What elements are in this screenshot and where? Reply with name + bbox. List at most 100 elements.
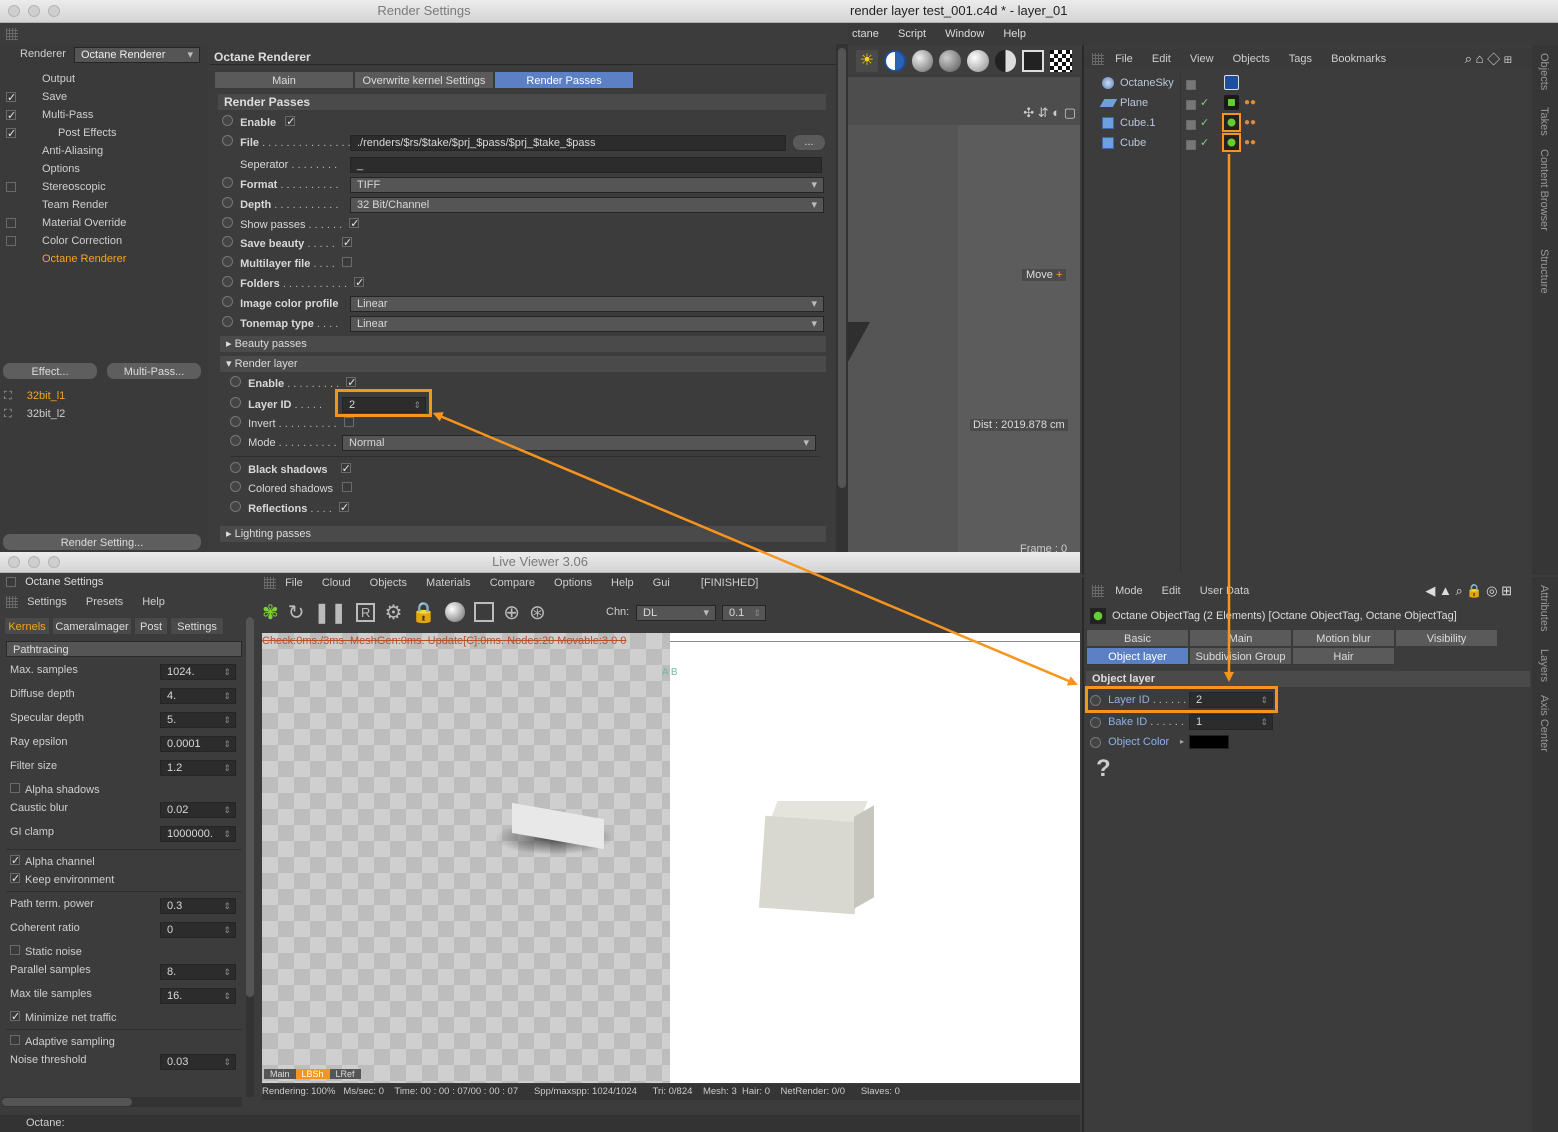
keyframe-radio[interactable] xyxy=(222,276,233,287)
alpha-shadows-checkbox[interactable] xyxy=(10,783,20,793)
keyframe-radio[interactable] xyxy=(222,256,233,267)
material-ball-icon[interactable] xyxy=(445,602,466,622)
lock-icon[interactable]: 🔒 xyxy=(411,600,436,625)
tree-item[interactable]: Multi-Pass xyxy=(0,106,206,125)
tab-axis-center[interactable]: Axis Center xyxy=(1538,695,1550,752)
menu-gui[interactable]: Gui xyxy=(653,577,670,589)
kernel-param-input[interactable]: 1024. xyxy=(160,664,236,680)
parallel-samples-input[interactable]: 8. xyxy=(160,964,236,980)
lighting-passes-group[interactable]: ▸ Lighting passes xyxy=(220,526,826,542)
tab-camera-imager[interactable]: CameraImager xyxy=(52,617,132,635)
adaptive-checkbox[interactable] xyxy=(10,1035,20,1045)
menu-options[interactable]: Options xyxy=(554,577,592,589)
object-row[interactable]: OctaneSky xyxy=(1084,73,1534,93)
material-pin-icon[interactable]: ⊛ xyxy=(529,600,546,625)
path-term-input[interactable]: 0.3 xyxy=(160,898,236,914)
menu-help[interactable]: Help xyxy=(611,577,634,589)
object-row[interactable]: Plane ✓ ●● xyxy=(1084,93,1534,113)
object-name[interactable]: OctaneSky xyxy=(1120,73,1174,93)
keyframe-radio[interactable] xyxy=(230,376,241,387)
kernel-param-input[interactable]: 5. xyxy=(160,712,236,728)
object-name[interactable]: Cube xyxy=(1120,133,1146,153)
save-beauty-checkbox[interactable] xyxy=(341,234,352,252)
octane-tag-icon[interactable] xyxy=(1222,133,1241,152)
pause-icon[interactable]: ❚❚ xyxy=(314,600,348,625)
sun-icon[interactable]: ☀ xyxy=(856,50,878,72)
objects-menu-objects[interactable]: Objects xyxy=(1233,53,1270,65)
tree-item[interactable]: Material Override xyxy=(0,214,206,232)
object-row[interactable]: Cube.1 ✓ ●● xyxy=(1084,113,1534,133)
tab-kernels[interactable]: Kernels xyxy=(4,617,50,635)
render-canvas[interactable]: Check:0ms./3ms. MeshGen:0ms. Update[C]:0… xyxy=(262,633,1080,1083)
kernel-dropdown[interactable]: Pathtracing xyxy=(6,641,242,657)
menu-help[interactable]: Help xyxy=(1003,28,1026,40)
tree-item[interactable]: Anti-Aliasing xyxy=(0,142,206,160)
tab-overwrite-kernel[interactable]: Overwrite kernel Settings xyxy=(354,71,494,89)
octane-tag-icon[interactable] xyxy=(1222,113,1241,132)
frame-icon[interactable] xyxy=(474,602,495,622)
rl-enable-checkbox[interactable] xyxy=(346,374,356,392)
tree-item-checkbox[interactable] xyxy=(6,89,16,107)
keyframe-radio[interactable] xyxy=(1090,716,1101,728)
reflections-checkbox[interactable] xyxy=(338,499,349,517)
tab-lref[interactable]: LRef xyxy=(329,1069,361,1079)
sphere-icon[interactable] xyxy=(911,50,934,72)
octane-logo-icon[interactable]: ✾ xyxy=(262,600,279,625)
kernel-param-input[interactable]: 0.0001 xyxy=(160,736,236,752)
tree-item[interactable]: Save xyxy=(0,88,206,107)
attr-tab-subdivision[interactable]: Subdivision Group xyxy=(1189,647,1292,665)
tree-item-checkbox[interactable] xyxy=(6,107,16,125)
object-name[interactable]: Plane xyxy=(1120,93,1148,113)
effect-button[interactable]: Effect... xyxy=(2,362,98,380)
restart-icon[interactable]: ↻ xyxy=(288,600,305,625)
viewport[interactable]: ✣ ⇵ ◐ ▢ Move + Dist : 2019.878 cm Frame … xyxy=(848,77,1080,555)
keyframe-radio[interactable] xyxy=(230,501,241,512)
attributes-menu-edit[interactable]: Edit xyxy=(1162,585,1181,597)
settings-gear-icon[interactable]: ⚙ xyxy=(384,600,402,625)
tab-objects[interactable]: Objects xyxy=(1538,53,1550,90)
attr-layer-id-input[interactable]: 2 xyxy=(1189,692,1273,708)
channel-value-input[interactable]: 0.1 xyxy=(722,605,766,621)
octane-tag-icon[interactable] xyxy=(1224,95,1239,110)
object-color-swatch[interactable] xyxy=(1189,735,1229,749)
minimize-net-checkbox[interactable] xyxy=(10,1008,20,1026)
tab-lbsh[interactable]: LBSh xyxy=(295,1069,330,1079)
gi-clamp-input[interactable]: 1000000. xyxy=(160,826,236,842)
tree-item[interactable]: Octane Renderer xyxy=(0,250,206,268)
multilayer-checkbox[interactable] xyxy=(341,257,352,267)
tonemap-dropdown[interactable]: Linear xyxy=(350,316,824,332)
tree-item[interactable]: Team Render xyxy=(0,196,206,214)
kernel-param-input[interactable]: 4. xyxy=(160,688,236,704)
take-item[interactable]: ⛶ 32bit_l1 xyxy=(4,387,204,405)
attributes-menu-userdata[interactable]: User Data xyxy=(1200,585,1250,597)
color-expand-icon[interactable]: ▸ xyxy=(1180,733,1184,751)
octane-tag-icon[interactable] xyxy=(1224,75,1239,90)
window-controls[interactable] xyxy=(8,5,60,17)
tab-post[interactable]: Post xyxy=(134,617,168,635)
objects-menu-tags[interactable]: Tags xyxy=(1289,53,1312,65)
tree-item-checkbox[interactable] xyxy=(6,236,16,246)
menu-materials[interactable]: Materials xyxy=(426,577,471,589)
settings-vscroll[interactable] xyxy=(246,617,254,1097)
viewport-nav-icons[interactable]: ✣ ⇵ ◐ ▢ xyxy=(1023,105,1076,121)
tree-item-checkbox[interactable] xyxy=(6,125,16,143)
tab-content-browser[interactable]: Content Browser xyxy=(1538,149,1550,231)
attr-tab-object-layer[interactable]: Object layer xyxy=(1086,647,1189,665)
tree-item[interactable]: Color Correction xyxy=(0,232,206,250)
object-visibility[interactable] xyxy=(1186,100,1196,110)
keep-environment-checkbox[interactable] xyxy=(10,870,20,888)
panel-toggle-icon[interactable] xyxy=(6,577,16,588)
sphere-icon-2[interactable] xyxy=(939,50,961,72)
attr-tab-visibility[interactable]: Visibility xyxy=(1395,629,1498,647)
objects-menu-bookmarks[interactable]: Bookmarks xyxy=(1331,53,1386,65)
image-color-profile-dropdown[interactable]: Linear xyxy=(350,296,824,312)
tree-item[interactable]: Post Effects xyxy=(0,124,206,143)
keyframe-radio[interactable] xyxy=(222,135,233,146)
menu-octane[interactable]: ctane xyxy=(852,28,879,40)
menu-compare[interactable]: Compare xyxy=(490,577,535,589)
rl-layer-id-input[interactable]: 2 xyxy=(342,397,426,413)
keyframe-radio[interactable] xyxy=(222,236,233,247)
keyframe-radio[interactable] xyxy=(222,217,233,228)
sphere-icon-3[interactable] xyxy=(966,50,989,72)
attributes-toolbar-icons[interactable]: ◀ ▲ ⌕ 🔒 ◎ ⊞ xyxy=(1425,581,1512,601)
